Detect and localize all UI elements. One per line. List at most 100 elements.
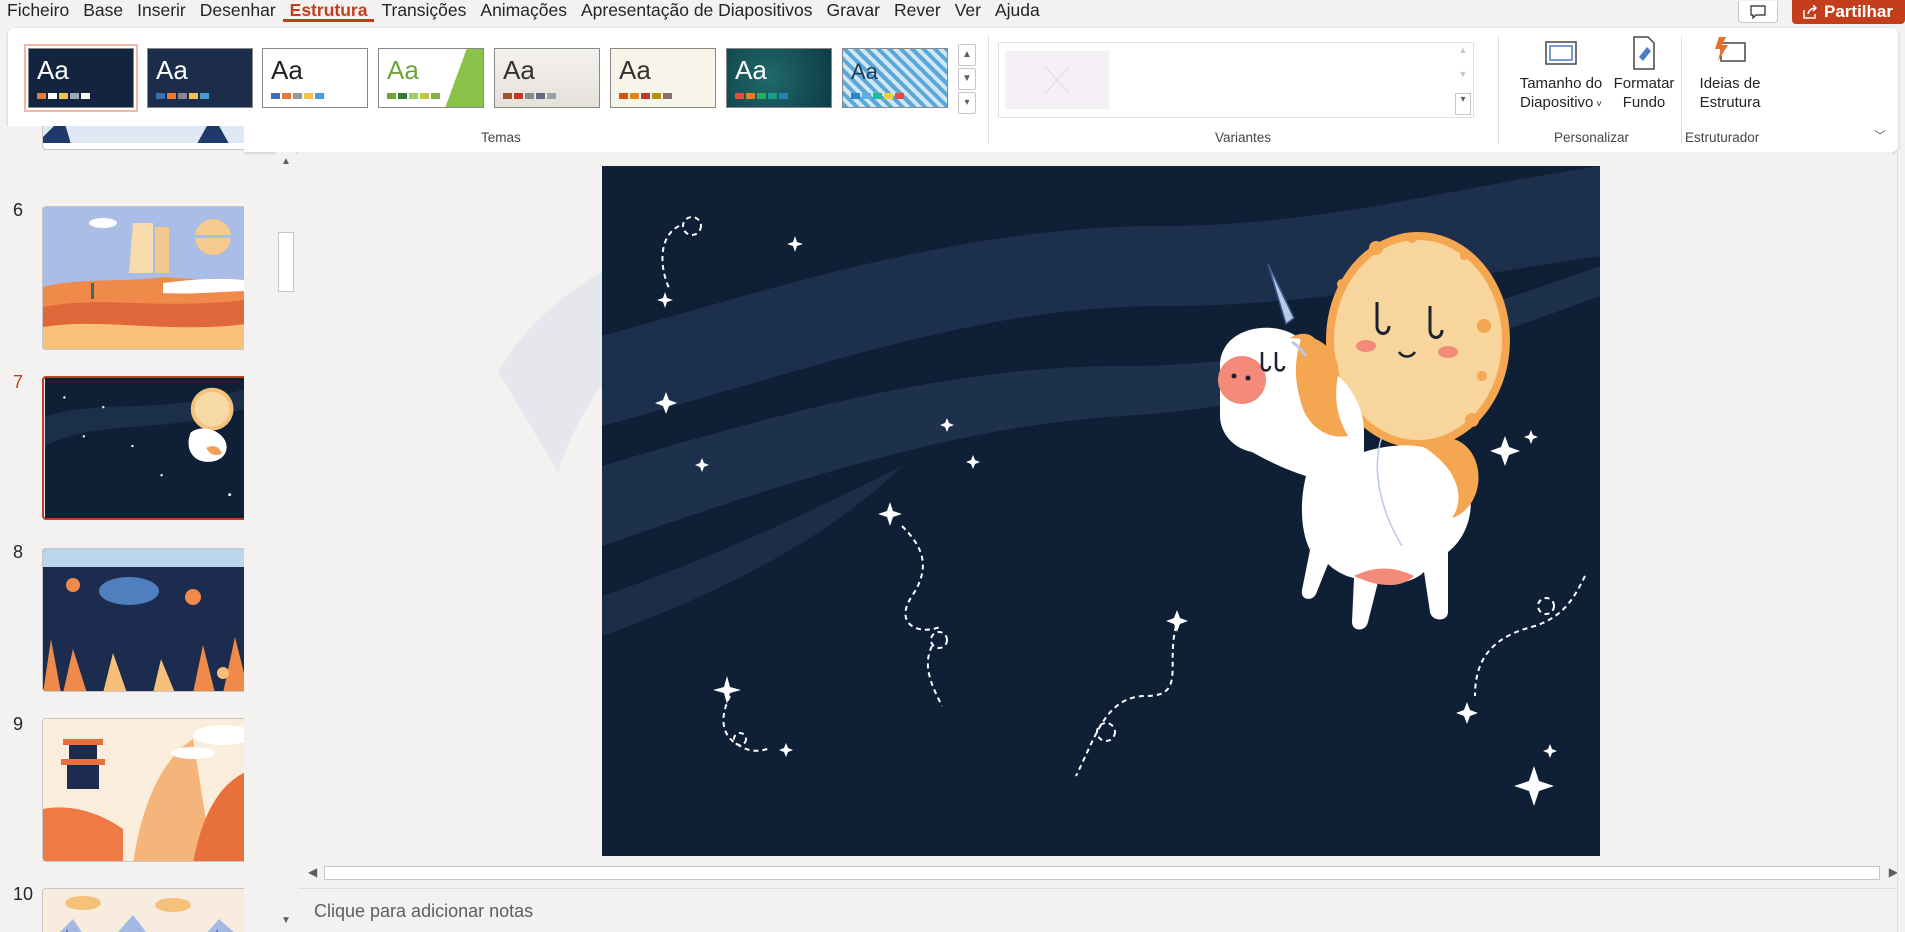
theme-quotable[interactable]: Aa [610, 48, 716, 108]
menu-apresentacao[interactable]: Apresentação de Diapositivos [574, 0, 820, 22]
format-background-label-1: Formatar [1613, 75, 1675, 92]
format-background-icon [1633, 36, 1655, 70]
collapse-ribbon-icon[interactable]: ﹀ [1874, 127, 1886, 144]
menu-inserir[interactable]: Inserir [130, 0, 193, 22]
menu-rever[interactable]: Rever [887, 0, 948, 22]
slide-thumbnail-7[interactable] [42, 376, 244, 520]
scroll-up-arrow[interactable]: ▲ [281, 156, 291, 167]
slide-number-9: 9 [13, 714, 24, 734]
themes-group-label: Temas [481, 130, 521, 145]
scroll-down-arrow[interactable]: ▼ [281, 915, 291, 926]
menu-ajuda[interactable]: Ajuda [988, 0, 1047, 22]
right-edge-scrollbar[interactable] [1897, 152, 1905, 932]
thumbnail-art [43, 719, 244, 861]
slide-thumbnail-6[interactable] [42, 206, 244, 350]
menu-gravar[interactable]: Gravar [820, 0, 887, 22]
share-button[interactable]: Partilhar [1792, 0, 1905, 24]
theme-preview-text: Aa [271, 55, 303, 85]
thumbnail-art [43, 549, 244, 691]
designer-group-label: Estruturador [1685, 130, 1760, 145]
notes-pane[interactable]: Clique para adicionar notas [298, 888, 1898, 932]
slide-size-label-2-text: Diapositivo [1520, 94, 1594, 111]
design-ideas-button[interactable]: Ideias de Estrutura [1692, 34, 1768, 112]
slide-number-10: 10 [13, 884, 34, 904]
menu-transicoes[interactable]: Transições [374, 0, 473, 22]
format-background-button[interactable]: Formatar Fundo [1606, 34, 1682, 112]
variants-more-button[interactable]: ▾ [1455, 93, 1471, 115]
gallery-down-button[interactable]: ▼ [958, 68, 976, 90]
theme-preview-text: Aa [851, 59, 878, 84]
comments-button[interactable] [1738, 1, 1779, 23]
scrollbar-thumb[interactable] [278, 232, 294, 292]
slide-artwork [602, 166, 1600, 856]
ribbon-separator [988, 36, 989, 144]
menu-right-actions: Partilhar [1738, 0, 1905, 24]
slide-size-label-1: Tamanho do [1519, 75, 1603, 92]
menu-ver[interactable]: Ver [948, 0, 988, 22]
scroll-left-arrow[interactable]: ◀ [308, 865, 317, 879]
theme-preview-text: Aa [387, 55, 419, 85]
variants-group-label: Variantes [1215, 130, 1272, 145]
slide-thumbnail-5[interactable] [42, 126, 244, 150]
theme-current[interactable]: Aa [24, 44, 138, 112]
ribbon-separator [1681, 36, 1682, 144]
theme-gallery[interactable]: Aa [494, 48, 600, 108]
theme-colors [851, 93, 904, 99]
current-slide[interactable] [602, 166, 1600, 856]
variants-up-button[interactable]: ▲ [1455, 45, 1471, 67]
slide-number-6: 6 [13, 200, 24, 220]
menu-ficheiro[interactable]: Ficheiro [0, 0, 76, 22]
menu-desenhar[interactable]: Desenhar [193, 0, 283, 22]
theme-preview-text: Aa [503, 55, 535, 85]
theme-preview-text: Aa [735, 55, 767, 85]
themes-gallery-scroll: ▲ ▼ ▾ [958, 44, 976, 116]
menu-animacoes[interactable]: Animações [473, 0, 574, 22]
slide-thumbnail-10[interactable] [42, 888, 244, 932]
slide-number-8: 8 [13, 542, 24, 562]
notes-placeholder[interactable]: Clique para adicionar notas [314, 901, 533, 922]
slide-thumbnail-9[interactable] [42, 718, 244, 862]
variant-thumbnail[interactable] [1005, 51, 1109, 109]
variants-gallery[interactable]: ▲ ▼ ▾ [998, 42, 1474, 118]
canvas-horizontal-scrollbar[interactable]: ◀ ▶ [306, 864, 1900, 884]
design-ideas-label-1: Ideias de [1699, 75, 1761, 92]
menu-bar: Ficheiro Base Inserir Desenhar Estrutura… [0, 0, 1905, 22]
theme-colors [503, 93, 556, 99]
gallery-more-button[interactable]: ▾ [958, 92, 976, 114]
theme-office[interactable]: Aa [262, 48, 368, 108]
menu-base[interactable]: Base [76, 0, 130, 22]
theme-colors [156, 93, 209, 99]
theme-preview-text: Aa [156, 55, 188, 85]
chevron-down-icon: ˅ [1593, 99, 1602, 110]
thumbnail-pane-scrollbar[interactable]: ▲ ▼ [276, 152, 296, 932]
thumbnail-art [43, 126, 244, 149]
comment-icon [1750, 4, 1766, 19]
customize-group-label: Personalizar [1554, 130, 1630, 145]
slide-thumbnail-pane: 6 7 8 9 10 [0, 126, 244, 932]
variants-down-button[interactable]: ▼ [1455, 69, 1471, 91]
slide-size-icon [1545, 41, 1577, 65]
theme-colors [735, 93, 788, 99]
slide-size-button[interactable]: Tamanho do Diapositivo ˅ [1510, 34, 1612, 114]
slide-number-7: 7 [13, 372, 24, 392]
theme-facet[interactable]: Aa [378, 48, 484, 108]
theme-preview-text: Aa [619, 55, 651, 85]
theme-colors [387, 93, 440, 99]
thumbnail-art [44, 378, 244, 518]
design-ideas-label-2: Estrutura [1699, 94, 1761, 111]
theme-office-dark[interactable]: Aa [147, 48, 253, 108]
theme-celestial[interactable]: Aa [726, 48, 832, 108]
slide-thumbnail-8[interactable] [42, 548, 244, 692]
menu-estrutura[interactable]: Estrutura [282, 0, 375, 22]
gallery-up-button[interactable]: ▲ [958, 44, 976, 66]
variant-empty-icon [1044, 66, 1070, 94]
share-label: Partilhar [1824, 2, 1893, 21]
ribbon: Aa Aa Aa Aa Aa Aa Aa Aa ▲ ▼ ▾ Temas ▲ ▼ … [8, 28, 1898, 152]
thumbnail-art [43, 207, 244, 349]
theme-preview-text: Aa [37, 55, 69, 85]
theme-colors [271, 93, 324, 99]
theme-pattern[interactable]: Aa [842, 48, 948, 108]
scrollbar-track[interactable] [324, 866, 1880, 880]
share-icon [1803, 5, 1818, 19]
theme-colors [37, 93, 90, 99]
